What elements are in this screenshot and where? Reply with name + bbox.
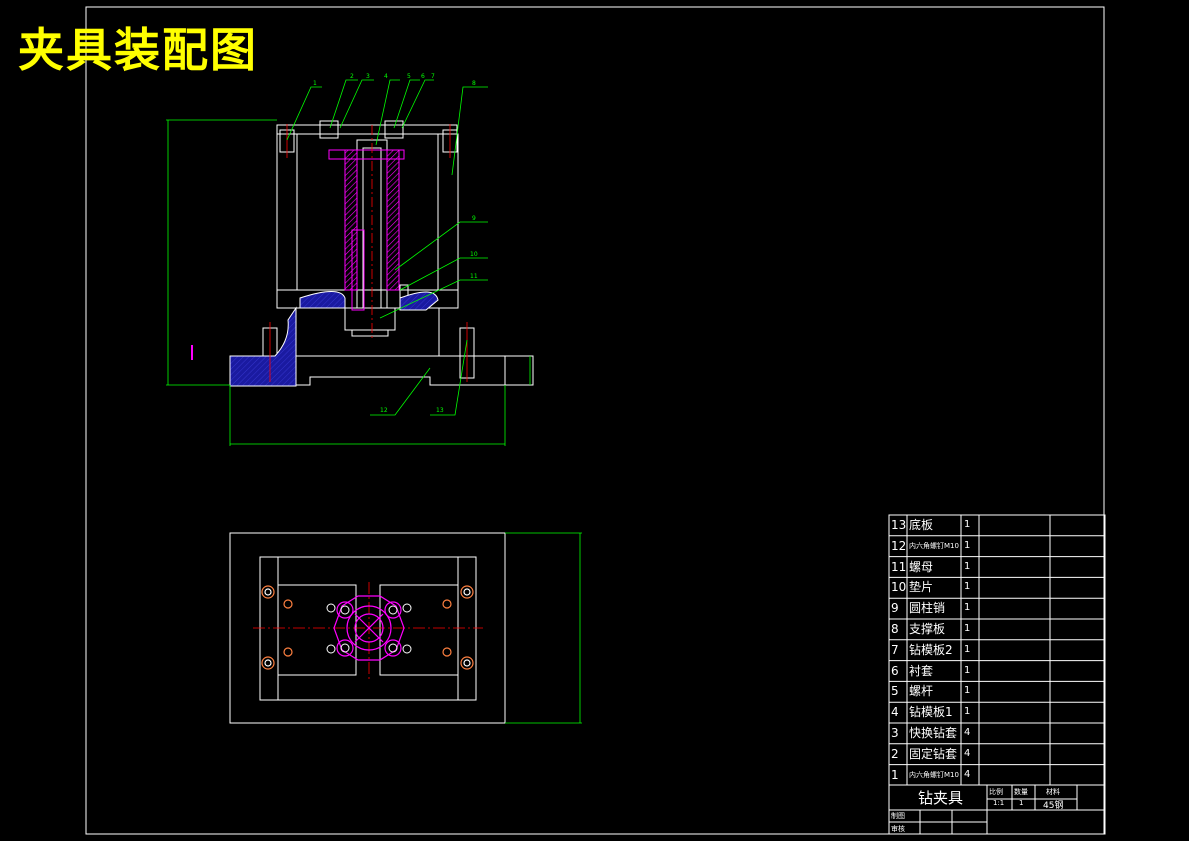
bom-item-qty: 1 (964, 685, 971, 697)
top-view-dimension (505, 532, 582, 724)
bom-item-name: 固定钻套 (909, 746, 958, 761)
bom-item-qty: 1 (964, 706, 971, 718)
bom-item-number: 9 (891, 601, 899, 616)
bom-row: 8 支撑板 1 (889, 619, 1105, 640)
bom-item-qty: 4 (964, 727, 971, 738)
bom-row: 4 钻模板1 1 (889, 702, 1105, 723)
title-block-material: 45钢 (1043, 801, 1064, 811)
bom-item-number: 5 (891, 684, 899, 699)
svg-text:8: 8 (472, 80, 476, 87)
bom-item-name: 螺母 (909, 559, 934, 574)
title-block-qty-label: 数量 (1014, 788, 1028, 796)
bom-item-qty: 1 (964, 643, 971, 655)
bom-item-name: 圆柱销 (909, 601, 946, 616)
front-section-view (229, 120, 534, 386)
bom-row: 6 衬套 1 (889, 661, 1105, 682)
svg-text:13: 13 (436, 407, 444, 414)
svg-text:2: 2 (350, 73, 354, 80)
svg-text:3: 3 (366, 73, 370, 80)
bom-row: 12 内六角螺钉M10 1 (889, 536, 1105, 557)
bom-item-name: 垫片 (909, 580, 934, 595)
bom-item-number: 2 (891, 746, 899, 761)
bom-row: 13 底板 1 (889, 515, 1105, 536)
svg-text:10: 10 (470, 251, 478, 258)
svg-text:11: 11 (470, 273, 478, 280)
bom-row: 2 固定钻套 4 (889, 744, 1105, 765)
bom-item-name: 钻模板1 (909, 705, 953, 720)
bom-item-number: 13 (891, 518, 907, 532)
bom-item-number: 8 (891, 622, 899, 636)
bom-item-name: 螺杆 (909, 684, 934, 699)
title-block-checked-label: 审核 (891, 825, 905, 833)
bom-item-name: 支撑板 (909, 622, 946, 636)
bom-item-name: 内六角螺钉M10 (909, 541, 959, 550)
title-block-name: 钻夹具 (918, 789, 964, 807)
svg-text:5: 5 (407, 73, 411, 80)
drawing-title: 夹具装配图 (18, 23, 258, 77)
bom-item-qty: 1 (964, 602, 971, 614)
bom-item-qty: 4 (964, 747, 971, 759)
bom-item-number: 7 (891, 642, 899, 657)
bom-item-number: 11 (891, 559, 907, 574)
svg-text:6: 6 (421, 73, 425, 80)
bom-item-qty: 1 (964, 519, 971, 530)
bom-item-name: 内六角螺钉M10 (909, 770, 959, 779)
bom-item-qty: 4 (964, 768, 971, 780)
svg-text:7: 7 (431, 73, 435, 80)
top-view-holes (261, 585, 474, 670)
bom-item-name: 衬套 (909, 663, 934, 678)
bom-item-number: 6 (891, 663, 899, 678)
bom-item-number: 4 (891, 705, 899, 720)
bom-row: 3 快换钻套 4 (889, 723, 1105, 744)
bom-item-qty: 1 (964, 664, 971, 676)
bom-item-number: 3 (891, 726, 899, 740)
title-block-scale-label: 比例 (989, 788, 1003, 796)
bom-row: 10 垫片 1 (889, 577, 1105, 598)
bom-item-qty: 1 (964, 539, 971, 551)
bom-item-number: 10 (891, 580, 907, 595)
bom-item-qty: 1 (964, 623, 971, 634)
bom-item-number: 12 (891, 538, 907, 553)
bom-row: 5 螺杆 1 (889, 681, 1105, 702)
svg-text:12: 12 (380, 407, 388, 414)
bom-row: 9 圆柱销 1 (889, 598, 1105, 619)
title-block-drawn-label: 制图 (891, 812, 905, 820)
svg-text:4: 4 (384, 73, 388, 80)
bom-item-qty: 1 (964, 581, 971, 593)
bom-row: 1 内六角螺钉M10 4 (889, 765, 1105, 786)
bom-item-qty: 1 (964, 560, 971, 572)
title-block-material-label: 材料 (1046, 788, 1060, 796)
title-block-scale: 1:1 (993, 799, 1005, 807)
title-block-qty: 1 (1019, 799, 1024, 807)
bom-item-name: 快换钻套 (909, 726, 958, 740)
bom-item-name: 钻模板2 (909, 642, 953, 657)
bushing-hatch (344, 149, 358, 291)
bom-item-number: 1 (891, 767, 899, 782)
svg-text:1: 1 (313, 80, 317, 87)
bom-row: 11 螺母 1 (889, 557, 1105, 578)
bom-item-name: 底板 (909, 518, 934, 532)
svg-text:9: 9 (472, 215, 476, 222)
bom-row: 7 钻模板2 1 (889, 640, 1105, 661)
